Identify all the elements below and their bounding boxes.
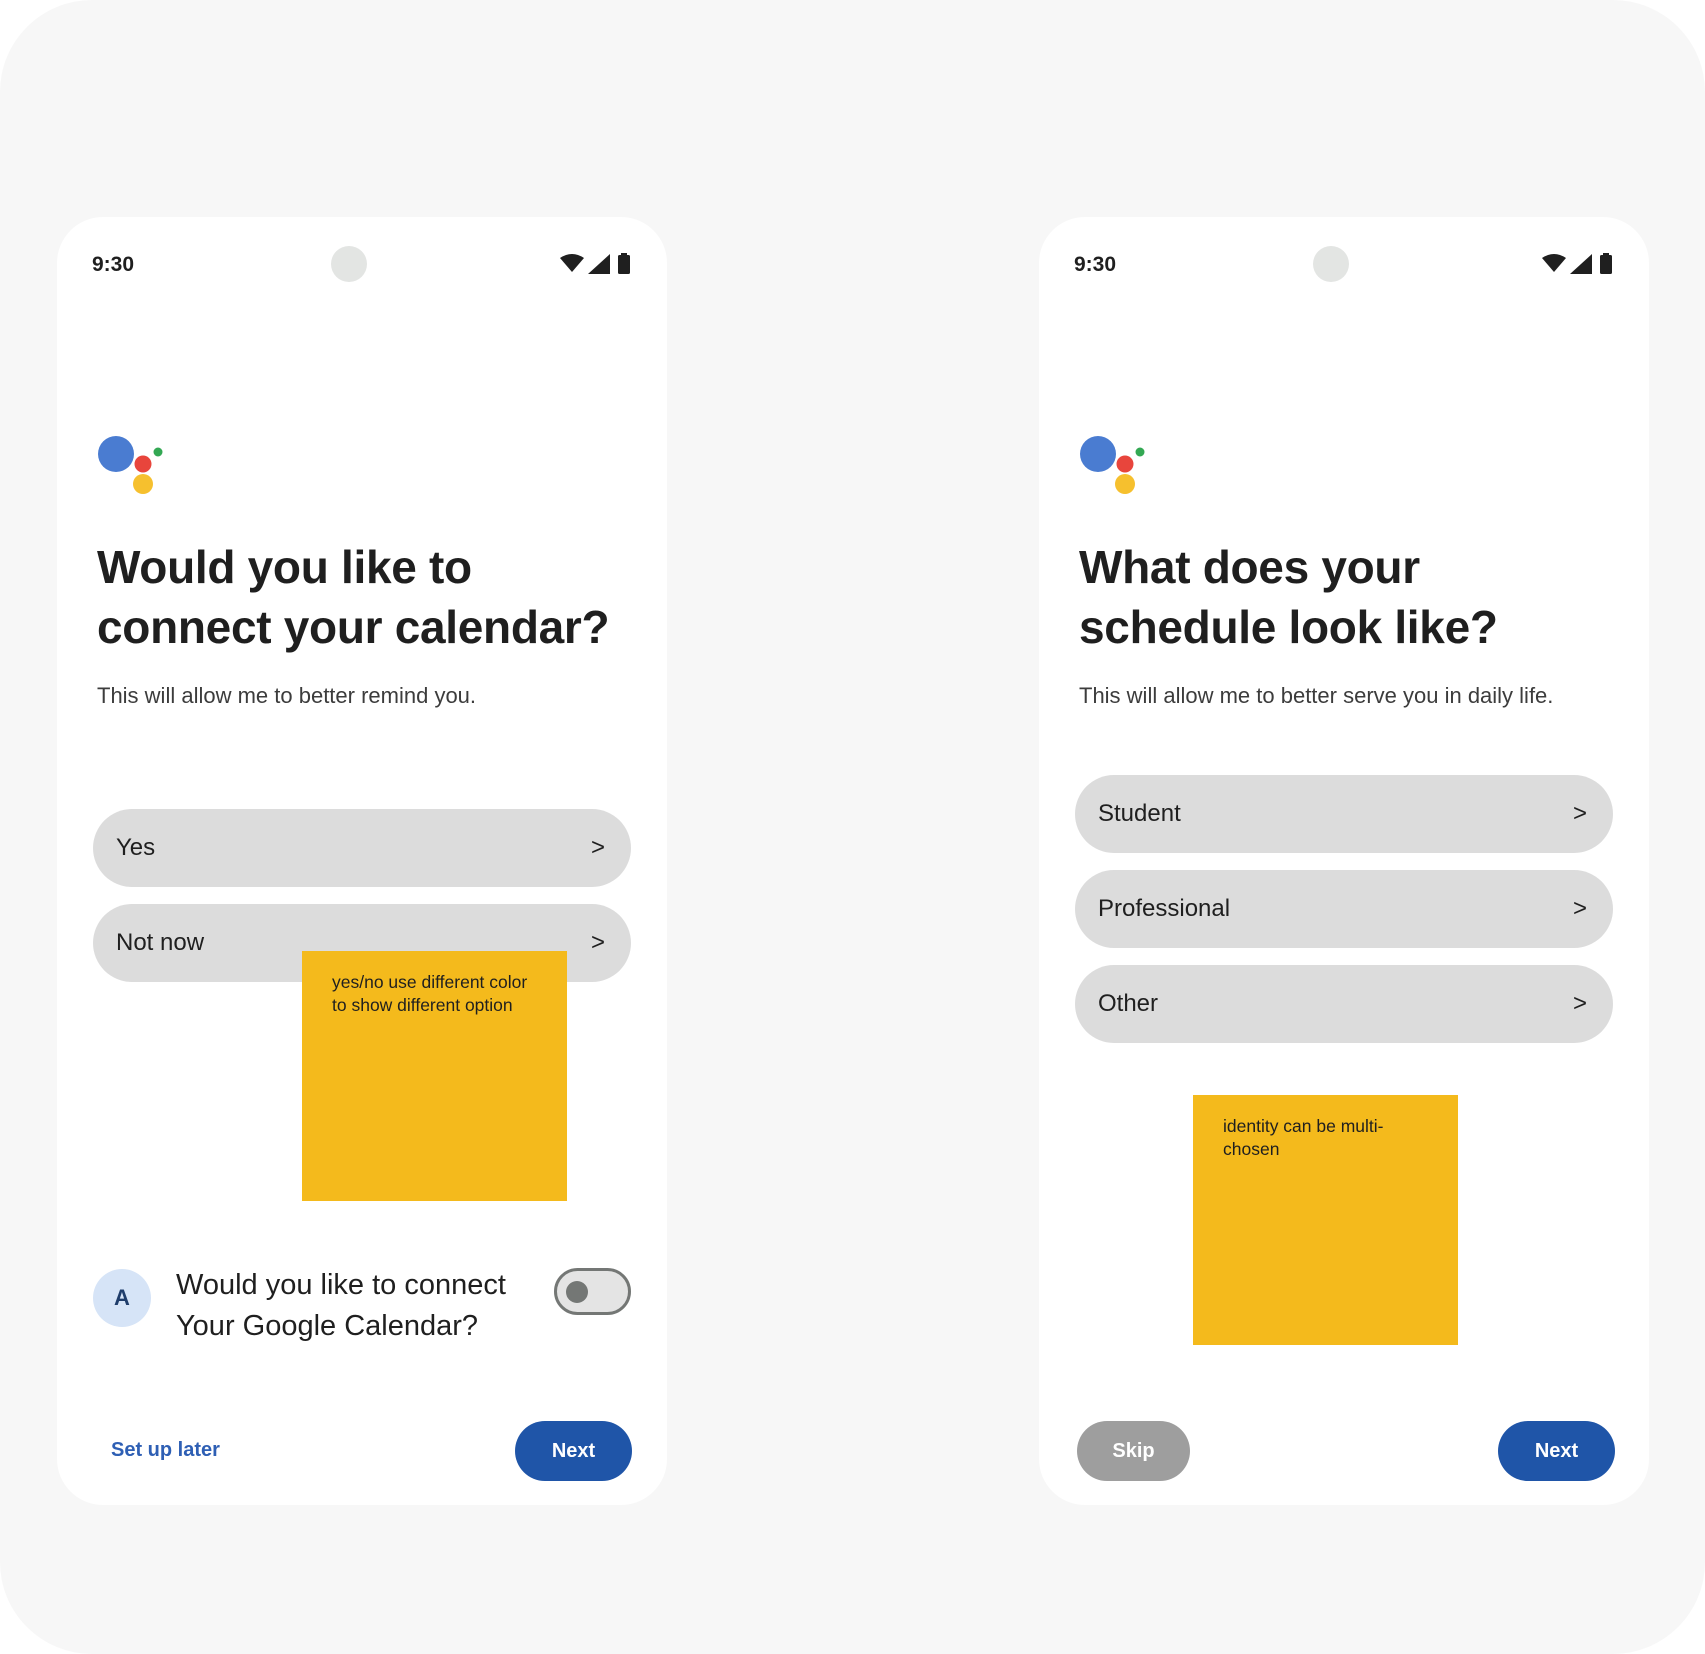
status-icons xyxy=(1542,253,1612,274)
status-time: 9:30 xyxy=(1074,253,1117,276)
battery-icon xyxy=(618,255,630,274)
option-professional[interactable]: Professional > xyxy=(1075,870,1613,948)
option-label: Other xyxy=(1098,990,1159,1017)
camera-cutout xyxy=(1313,246,1349,282)
battery-icon xyxy=(1600,255,1612,274)
cellular-signal-icon xyxy=(588,254,610,274)
set-up-later-button[interactable]: Set up later xyxy=(111,1439,220,1462)
assistant-logo-icon xyxy=(98,436,163,494)
page-subtitle: This will allow me to better remind you. xyxy=(97,683,477,708)
chevron-right-icon: > xyxy=(1572,990,1587,1017)
chevron-right-icon: > xyxy=(1572,800,1587,827)
sticky-note: yes/no use different color to show diffe… xyxy=(302,951,567,1201)
option-label: Professional xyxy=(1098,895,1231,922)
option-yes[interactable]: Yes > xyxy=(93,809,631,887)
option-label: Not now xyxy=(116,929,205,956)
chevron-right-icon: > xyxy=(1572,895,1587,922)
connect-label-line2: Your Google Calendar? xyxy=(176,1310,479,1342)
wifi-icon xyxy=(560,254,584,272)
canvas-background: 9:30 Would you like to connect your cale… xyxy=(0,0,1705,1654)
connect-label-line1: Would you like to connect xyxy=(176,1269,506,1301)
page-subtitle: This will allow me to better serve you i… xyxy=(1079,683,1554,708)
chevron-right-icon: > xyxy=(590,929,605,956)
cellular-signal-icon xyxy=(1570,254,1592,274)
status-icons xyxy=(560,253,630,274)
assistant-logo-icon xyxy=(1080,436,1145,494)
wifi-icon xyxy=(1542,254,1566,272)
toggle-knob xyxy=(566,1281,588,1303)
option-label: Student xyxy=(1098,800,1181,827)
option-label: Yes xyxy=(116,834,156,861)
calendar-toggle[interactable] xyxy=(554,1268,631,1315)
camera-cutout xyxy=(331,246,367,282)
phone-screen-schedule: 9:30 What does your schedule look like? … xyxy=(1039,217,1649,1505)
page-title: What does your schedule look like? xyxy=(1079,541,1498,653)
next-button[interactable]: Next xyxy=(1498,1421,1615,1481)
option-other[interactable]: Other > xyxy=(1075,965,1613,1043)
page-title: Would you like to connect your calendar? xyxy=(97,541,610,653)
status-time: 9:30 xyxy=(92,253,135,276)
phone-screen-calendar: 9:30 Would you like to connect your cale… xyxy=(57,217,667,1505)
chevron-right-icon: > xyxy=(590,834,605,861)
skip-button[interactable]: Skip xyxy=(1077,1421,1190,1481)
option-student[interactable]: Student > xyxy=(1075,775,1613,853)
next-button[interactable]: Next xyxy=(515,1421,632,1481)
sticky-note: identity can be multi-chosen xyxy=(1193,1095,1458,1345)
connect-calendar-label: Would you like to connect Your Google Ca… xyxy=(176,1265,536,1347)
avatar: A xyxy=(93,1269,151,1327)
